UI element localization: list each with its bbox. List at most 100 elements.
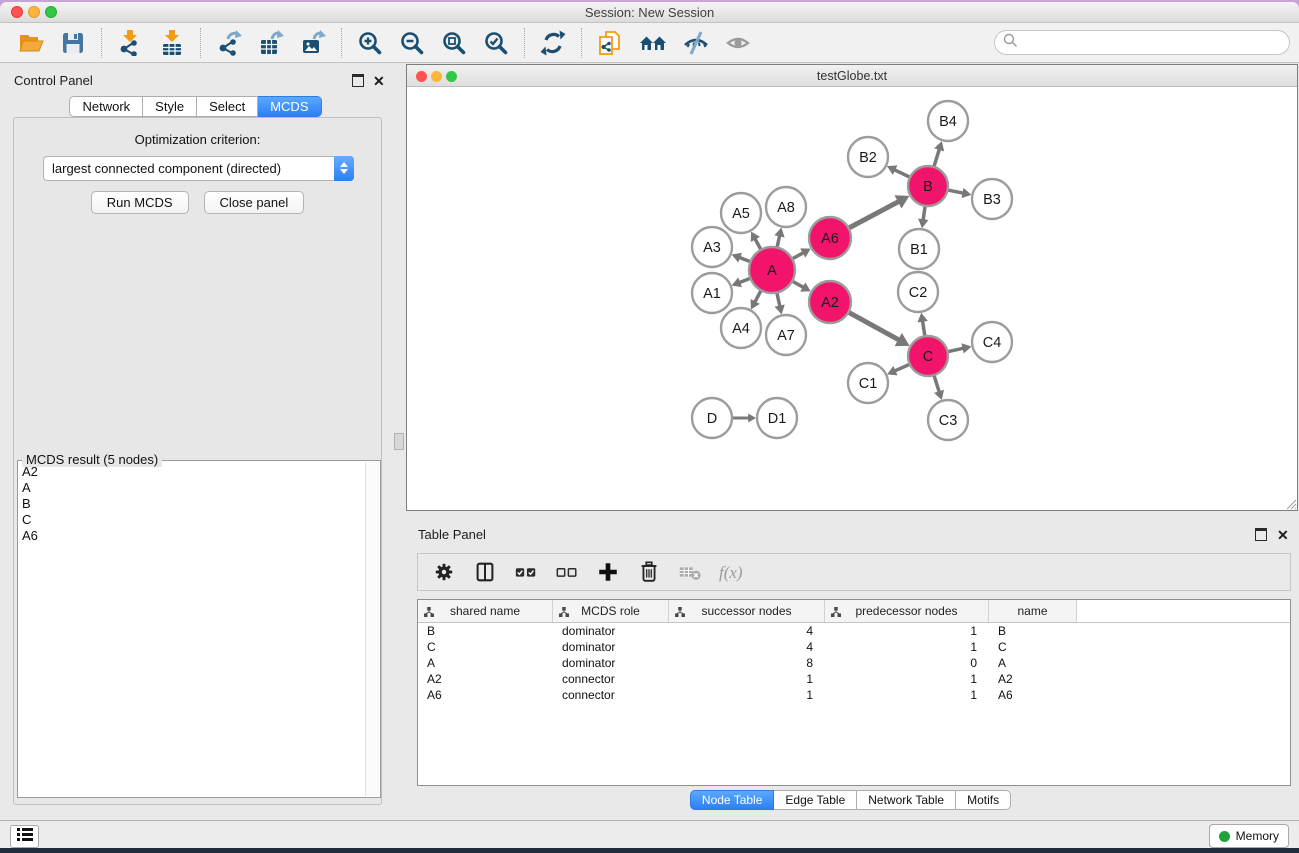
node-B3[interactable]: B3 [972,179,1012,219]
result-list-item[interactable]: A6 [20,528,364,544]
trash-icon [637,572,661,587]
memory-button[interactable]: Memory [1209,824,1289,848]
result-scrollbar[interactable] [365,462,379,796]
result-list-item[interactable]: B [20,496,364,512]
mcds-result-list: A2ABCA6 [20,464,364,795]
task-history-button[interactable] [10,825,39,848]
refresh-button[interactable] [538,28,568,58]
close-table-panel-icon[interactable]: ✕ [1277,530,1289,540]
select-all-button[interactable] [514,560,538,584]
result-list-item[interactable]: A [20,480,364,496]
export-table-button[interactable] [256,28,286,58]
close-panel-button[interactable]: Close panel [204,191,305,214]
panel-splitter-handle[interactable] [394,433,404,450]
tab-edge-table[interactable]: Edge Table [774,790,857,810]
node-A4[interactable]: A4 [721,308,761,348]
node-C2[interactable]: C2 [898,272,938,312]
result-list-item[interactable]: A2 [20,464,364,480]
network-window-title: testGlobe.txt [407,69,1297,83]
open-session-button[interactable] [16,28,46,58]
node-C3[interactable]: C3 [928,400,968,440]
zoom-selected-button[interactable] [481,28,511,58]
tab-style[interactable]: Style [143,96,197,117]
node-C1[interactable]: C1 [848,363,888,403]
import-table-button[interactable] [157,28,187,58]
node-C4[interactable]: C4 [972,322,1012,362]
column-header-shared-name[interactable]: shared name [418,600,553,622]
edge-B-B3[interactable] [947,190,964,193]
tab-motifs[interactable]: Motifs [956,790,1011,810]
show-graphics-details-button[interactable] [681,28,711,58]
run-mcds-button[interactable]: Run MCDS [91,191,189,214]
window-resize-grip[interactable] [1284,497,1297,510]
node-D1[interactable]: D1 [757,398,797,438]
node-C[interactable]: C [908,336,948,376]
edge-C-C3[interactable] [934,374,940,392]
node-B1[interactable]: B1 [899,229,939,269]
table-row[interactable]: Cdominator41C [418,639,1290,655]
edge-A-A7[interactable] [777,292,780,307]
edge-B-B4[interactable] [934,149,940,168]
node-A6[interactable]: A6 [809,217,851,259]
edge-A6-B[interactable] [848,201,899,228]
zoom-in-button[interactable] [355,28,385,58]
table-mode-gear-button[interactable] [432,560,456,584]
node-B[interactable]: B [908,166,948,206]
zoom-fit-button[interactable] [439,28,469,58]
zoom-out-button[interactable] [397,28,427,58]
column-header-successor-nodes[interactable]: successor nodes [669,600,825,622]
node-A7[interactable]: A7 [766,315,806,355]
node-A5[interactable]: A5 [721,193,761,233]
edge-B-B2[interactable] [894,170,911,178]
edge-B-B1[interactable] [923,205,925,220]
column-header-MCDS-role[interactable]: MCDS role [553,600,669,622]
fx-icon: f(x) [719,563,743,582]
edge-C-C4[interactable] [947,348,964,352]
tab-network[interactable]: Network [69,96,143,117]
delete-column-button[interactable] [637,560,661,584]
birds-eye-view-button[interactable] [723,28,753,58]
new-network-from-selection-button[interactable] [595,28,625,58]
function-builder-button[interactable]: f(x) [719,564,743,581]
table-row[interactable]: Bdominator41B [418,623,1290,639]
table-row[interactable]: A6connector11A6 [418,687,1290,703]
tab-mcds[interactable]: MCDS [258,96,321,117]
deselect-all-button[interactable] [555,560,579,584]
float-table-panel-icon[interactable] [1255,528,1267,541]
export-network-icon [216,44,242,59]
node-A1[interactable]: A1 [692,273,732,313]
tab-node-table[interactable]: Node Table [690,790,775,810]
export-image-button[interactable] [298,28,328,58]
column-header-name[interactable]: name [989,600,1077,622]
result-list-item[interactable]: C [20,512,364,528]
network-canvas[interactable]: B4 B2 B B3 A5A8A6 A3 B1 A A1 C2 A2 A4A7 C4 C C1 C3 D D1 [407,87,1297,510]
criterion-select[interactable]: largest connected component (directed) [43,156,354,181]
add-column-button[interactable] [596,560,620,584]
edge-C-C1[interactable] [895,364,911,371]
float-panel-icon[interactable] [352,74,364,87]
export-network-button[interactable] [214,28,244,58]
node-B2[interactable]: B2 [848,137,888,177]
node-B4[interactable]: B4 [928,101,968,141]
show-columns-button[interactable] [473,560,497,584]
node-D[interactable]: D [692,398,732,438]
import-network-button[interactable] [115,28,145,58]
node-A2[interactable]: A2 [809,281,851,323]
edge-A2-C[interactable] [848,312,900,340]
node-A8[interactable]: A8 [766,187,806,227]
houses-icon [639,44,667,59]
search-input[interactable] [1023,34,1289,51]
table-row[interactable]: A2connector11A2 [418,671,1290,687]
first-neighbors-button[interactable] [637,28,669,58]
column-header-predecessor-nodes[interactable]: predecessor nodes [825,600,989,622]
node-A[interactable]: A [749,247,795,293]
node-A3[interactable]: A3 [692,227,732,267]
table-row[interactable]: Adominator80A [418,655,1290,671]
edge-C-C2[interactable] [922,321,925,337]
tab-select[interactable]: Select [197,96,258,117]
save-session-button[interactable] [58,28,88,58]
tab-network-table[interactable]: Network Table [857,790,956,810]
close-panel-icon[interactable]: ✕ [373,76,385,86]
delete-table-button[interactable] [678,560,702,584]
export-image-icon [300,44,326,59]
